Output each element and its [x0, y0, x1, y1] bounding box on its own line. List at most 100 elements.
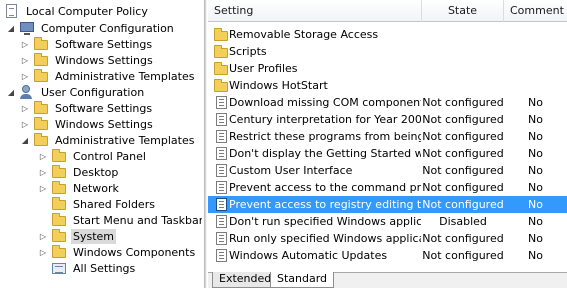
- folder-icon: [51, 213, 67, 227]
- expand-arrow-icon[interactable]: ▷: [38, 167, 48, 177]
- list-item-folder[interactable]: Scripts: [208, 43, 567, 60]
- expand-arrow-icon[interactable]: ▷: [20, 55, 30, 65]
- collapse-arrow-icon[interactable]: ◢: [6, 87, 16, 97]
- view-tabs: Extended Standard: [208, 272, 567, 288]
- tree-node-uc-windows-settings[interactable]: ▷ Windows Settings: [20, 116, 155, 132]
- list-item-name: Windows HotStart: [229, 79, 328, 92]
- list-header: Setting State Comment: [208, 0, 567, 22]
- policy-setting-row[interactable]: Prevent access to the command prompt Not…: [208, 179, 567, 196]
- tree-node-label: User Configuration: [41, 85, 145, 99]
- tree-node-control-panel[interactable]: ▷ Control Panel: [38, 148, 148, 164]
- setting-name: Run only specified Windows applicatio...: [229, 232, 421, 245]
- policy-setting-icon: [214, 231, 230, 246]
- tree-node-all-settings[interactable]: All Settings: [51, 260, 137, 276]
- folder-icon: [214, 78, 230, 93]
- folder-icon: [33, 69, 49, 83]
- tree-node-system[interactable]: ▷ System: [38, 228, 117, 244]
- pane-splitter[interactable]: [204, 0, 207, 288]
- list-item-folder[interactable]: User Profiles: [208, 60, 567, 77]
- policy-setting-row[interactable]: Download missing COM components Not conf…: [208, 94, 567, 111]
- tree-node-windows-components[interactable]: ▷ Windows Components: [38, 244, 197, 260]
- policy-setting-icon: [214, 112, 230, 127]
- expand-arrow-icon[interactable]: ▷: [38, 183, 48, 193]
- policy-setting-row[interactable]: Custom User Interface Not configured No: [208, 162, 567, 179]
- tree-node-cc-administrative-templates[interactable]: ▷ Administrative Templates: [20, 68, 197, 84]
- tree-node-cc-software-settings[interactable]: ▷ Software Settings: [20, 36, 154, 52]
- tree-node-shared-folders[interactable]: Shared Folders: [51, 196, 157, 212]
- expand-arrow-icon[interactable]: ▷: [38, 231, 48, 241]
- tree-node-start-menu-taskbar[interactable]: Start Menu and Taskbar: [51, 212, 202, 228]
- policy-setting-icon: [214, 248, 230, 263]
- tree-node-label: Desktop: [73, 165, 119, 179]
- policy-setting-row[interactable]: Windows Automatic Updates Not configured…: [208, 247, 567, 264]
- folder-icon: [33, 53, 49, 67]
- tree-node-label: Windows Settings: [55, 117, 153, 131]
- tree-node-desktop[interactable]: ▷ Desktop: [38, 164, 120, 180]
- expand-arrow-icon[interactable]: ▷: [20, 119, 30, 129]
- setting-comment: No: [528, 96, 543, 109]
- expand-arrow-icon[interactable]: ▷: [20, 103, 30, 113]
- folder-icon: [51, 197, 67, 211]
- policy-setting-icon: [214, 95, 230, 110]
- folder-icon: [51, 229, 67, 243]
- expand-arrow-icon[interactable]: ▷: [20, 71, 30, 81]
- tab-extended[interactable]: Extended: [212, 272, 279, 288]
- policy-setting-icon: [214, 146, 230, 161]
- folder-icon: [33, 37, 49, 51]
- setting-state: Not configured: [422, 96, 504, 109]
- column-header-comment[interactable]: Comment: [504, 0, 567, 22]
- tree-node-label: Local Computer Policy: [26, 4, 148, 18]
- list-item-folder[interactable]: Removable Storage Access: [208, 26, 567, 43]
- policy-setting-row[interactable]: Don't display the Getting Started welco.…: [208, 145, 567, 162]
- policy-setting-row[interactable]: Run only specified Windows applicatio...…: [208, 230, 567, 247]
- tab-standard[interactable]: Standard: [270, 272, 335, 288]
- setting-name: Prevent access to the command prompt: [229, 181, 421, 194]
- column-header-setting[interactable]: Setting: [208, 0, 422, 22]
- user-icon: [19, 85, 35, 99]
- policy-setting-icon: [214, 163, 230, 178]
- setting-comment: No: [528, 198, 543, 211]
- console-tree[interactable]: Local Computer Policy ◢ Computer Configu…: [0, 0, 202, 288]
- tree-node-uc-administrative-templates[interactable]: ◢ Administrative Templates: [20, 132, 197, 148]
- tree-node-label: Network: [73, 181, 119, 195]
- tree-node-label: Windows Components: [73, 245, 196, 259]
- expand-arrow-icon[interactable]: ▷: [20, 39, 30, 49]
- collapse-arrow-icon[interactable]: ◢: [6, 23, 16, 33]
- policy-setting-row[interactable]: Don't run specified Windows applicati...…: [208, 213, 567, 230]
- setting-state: Not configured: [422, 198, 504, 211]
- setting-name: Restrict these programs from being lau..…: [229, 130, 421, 143]
- policy-setting-icon: [214, 214, 230, 229]
- expand-arrow-icon[interactable]: ▷: [38, 247, 48, 257]
- collapse-arrow-icon[interactable]: ◢: [20, 135, 30, 145]
- folder-open-icon: [33, 133, 49, 147]
- tree-node-uc-software-settings[interactable]: ▷ Software Settings: [20, 100, 154, 116]
- setting-comment: No: [528, 164, 543, 177]
- setting-comment: No: [528, 147, 543, 160]
- policy-setting-row-selected[interactable]: Prevent access to registry editing tools…: [208, 196, 567, 213]
- list-item-folder[interactable]: Windows HotStart: [208, 77, 567, 94]
- tree-node-local-computer-policy[interactable]: Local Computer Policy: [4, 3, 150, 19]
- policy-setting-row[interactable]: Restrict these programs from being lau..…: [208, 128, 567, 145]
- column-header-state[interactable]: State: [422, 0, 504, 22]
- tree-node-label: Software Settings: [55, 37, 153, 51]
- all-settings-icon: [51, 261, 67, 275]
- tree-node-user-configuration[interactable]: ◢ User Configuration: [6, 84, 146, 100]
- tree-node-label: System: [71, 228, 117, 244]
- setting-comment: No: [528, 113, 543, 126]
- setting-comment: No: [528, 249, 543, 262]
- tree-node-network[interactable]: ▷ Network: [38, 180, 121, 196]
- setting-name: Don't display the Getting Started welco.…: [229, 147, 421, 160]
- setting-comment: No: [528, 181, 543, 194]
- folder-icon: [51, 181, 67, 195]
- tree-node-label: Computer Configuration: [41, 21, 174, 35]
- tree-node-cc-windows-settings[interactable]: ▷ Windows Settings: [20, 52, 155, 68]
- folder-icon: [51, 245, 67, 259]
- tree-node-computer-configuration[interactable]: ◢ Computer Configuration: [6, 20, 176, 36]
- folder-icon: [33, 117, 49, 131]
- expand-arrow-icon[interactable]: ▷: [38, 151, 48, 161]
- policy-setting-row[interactable]: Century interpretation for Year 2000 Not…: [208, 111, 567, 128]
- settings-list[interactable]: Setting State Comment Removable Storage …: [208, 0, 567, 288]
- setting-state: Not configured: [422, 113, 504, 126]
- folder-icon: [51, 149, 67, 163]
- tree-node-label: Windows Settings: [55, 53, 153, 67]
